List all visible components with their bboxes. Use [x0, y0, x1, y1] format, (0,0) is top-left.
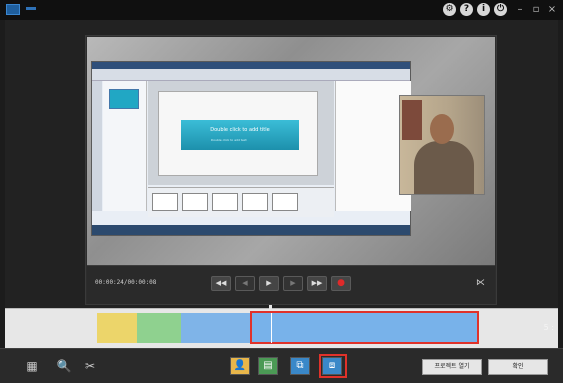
app-logo-icon: [6, 4, 20, 15]
title-bar: ⚙ ? i ⏻ – ▫ ×: [0, 0, 563, 20]
captured-menubar: [92, 69, 410, 81]
window-controls: – ▫ ×: [515, 3, 557, 16]
record-button[interactable]: ●: [331, 276, 351, 291]
captured-screen: Double click to add title Double click t…: [91, 61, 411, 236]
slide-title: Double click to add title: [210, 127, 270, 133]
close-button[interactable]: ×: [547, 3, 557, 16]
player-controls: 00:00:24/00:00:08 ◀◀ ◀ ▶ ▶ ▶▶ ● ⋉: [87, 265, 495, 304]
previous-button[interactable]: ◀: [235, 276, 255, 291]
title-icons: ⚙ ? i ⏻: [443, 3, 507, 16]
timeline-segment[interactable]: [97, 313, 137, 343]
app-logo-mark: [26, 7, 36, 10]
playhead-marker-icon[interactable]: [269, 305, 272, 309]
confirm-button[interactable]: 확인: [488, 359, 548, 375]
playhead[interactable]: [271, 313, 272, 343]
captured-left-toolbar: [92, 81, 102, 211]
slide: Double click to add title Double click t…: [158, 91, 318, 176]
layout-thumbnail: [212, 193, 238, 211]
info-icon[interactable]: i: [477, 3, 490, 16]
view-selection-highlight: [319, 354, 347, 378]
next-button[interactable]: ▶: [283, 276, 303, 291]
layout-thumbnail: [152, 193, 178, 211]
captured-slide-panel: [103, 81, 147, 211]
segment-selection-highlight: [250, 311, 479, 344]
slide-banner: Double click to add title Double click t…: [181, 120, 299, 150]
slide-thumbnail: [109, 89, 139, 109]
captured-taskbar: [92, 225, 410, 235]
layout-thumbnail: [272, 193, 298, 211]
timeline-segment[interactable]: [137, 313, 181, 343]
layout-thumbnail: [242, 193, 268, 211]
webcam-person-body: [414, 141, 474, 194]
maximize-button[interactable]: ▫: [531, 3, 541, 16]
preview-stage: Double click to add title Double click t…: [5, 20, 558, 308]
question-icon[interactable]: ?: [460, 3, 473, 16]
video-player: Double click to add title Double click t…: [85, 35, 497, 305]
webcam-person-head: [430, 114, 454, 144]
minimize-button[interactable]: –: [515, 3, 525, 16]
timeline[interactable]: 5 :: [5, 305, 558, 348]
captured-canvas: Double click to add title Double click t…: [148, 81, 334, 185]
share-icon[interactable]: ⋉: [476, 278, 485, 288]
view-split-button[interactable]: ⧉: [290, 357, 310, 375]
webcam-shelf: [402, 100, 422, 140]
fast-forward-button[interactable]: ▶▶: [307, 276, 327, 291]
zoom-icon[interactable]: 🔍: [56, 358, 72, 374]
app-window: ⚙ ? i ⏻ – ▫ × Double click to add title …: [0, 0, 563, 383]
gear-icon[interactable]: ⚙: [443, 3, 456, 16]
transport-controls: ◀◀ ◀ ▶ ▶ ▶▶ ●: [211, 276, 351, 291]
view-person-button[interactable]: 👤: [230, 357, 250, 375]
power-icon[interactable]: ⏻: [494, 3, 507, 16]
play-button[interactable]: ▶: [259, 276, 279, 291]
bottom-toolbar: ▦ 🔍 ✂ 👤 ▤ ⧉ ⧈ 프로젝트 열기 확인: [0, 348, 563, 383]
video-frame[interactable]: Double click to add title Double click t…: [87, 37, 495, 265]
slide-subtitle: Double click to add text: [211, 138, 247, 142]
timeline-segment[interactable]: [181, 313, 251, 343]
timecode: 00:00:24/00:00:08: [95, 279, 157, 286]
captured-layout-strip: [148, 187, 334, 217]
timeline-label: 5 :: [543, 323, 554, 332]
webcam-overlay[interactable]: [399, 95, 485, 195]
view-screen-button[interactable]: ▤: [258, 357, 278, 375]
export-icon[interactable]: ▦: [24, 358, 40, 374]
open-project-button[interactable]: 프로젝트 열기: [422, 359, 482, 375]
cut-icon[interactable]: ✂: [82, 358, 98, 374]
rewind-button[interactable]: ◀◀: [211, 276, 231, 291]
layout-thumbnail: [182, 193, 208, 211]
captured-titlebar: [92, 62, 410, 69]
